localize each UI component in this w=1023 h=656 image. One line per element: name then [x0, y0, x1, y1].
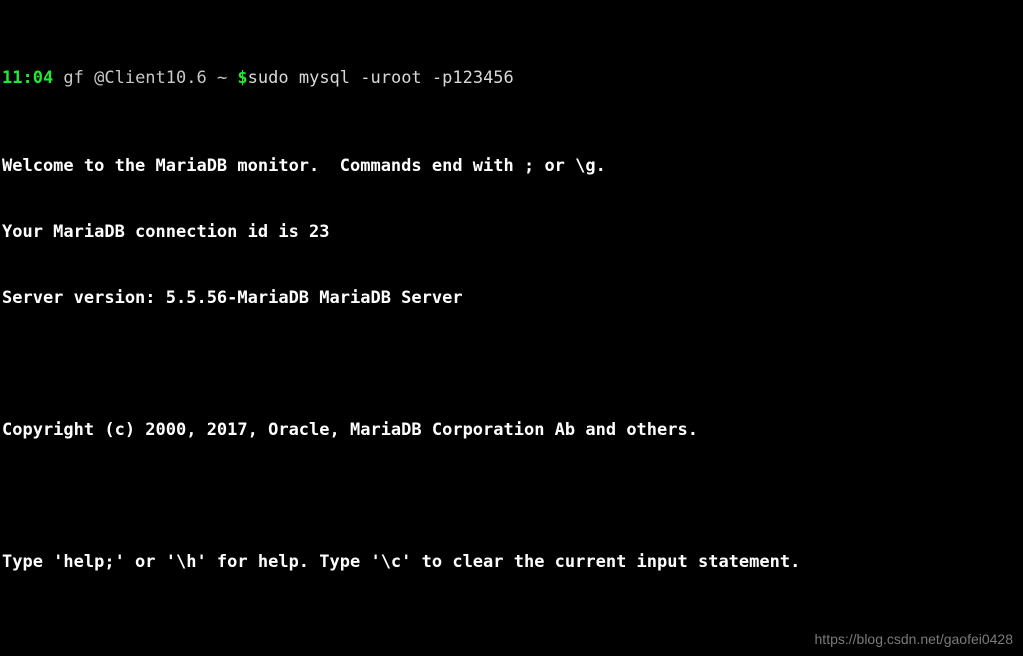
shell-prompt-line: 11:04 gf @Client10.6 ~ $sudo mysql -uroo…: [2, 67, 800, 89]
shell-command: sudo mysql -uroot -p123456: [247, 68, 514, 88]
terminal-window[interactable]: 11:04 gf @Client10.6 ~ $sudo mysql -uroo…: [0, 0, 1023, 656]
shell-time: 11:04: [2, 68, 54, 88]
banner-line-copyright: Copyright (c) 2000, 2017, Oracle, MariaD…: [2, 420, 698, 440]
banner-line-connection-id: Your MariaDB connection id is 23: [2, 222, 330, 242]
terminal-screen: 11:04 gf @Client10.6 ~ $sudo mysql -uroo…: [2, 1, 800, 656]
shell-user-host: gf @Client10.6 ~: [53, 68, 238, 88]
shell-dollar-sign: $: [237, 68, 248, 88]
banner-blank-2: [2, 485, 800, 507]
banner-line-welcome: Welcome to the MariaDB monitor. Commands…: [2, 156, 606, 176]
banner-blank-1: [2, 353, 800, 375]
banner-line-server-version: Server version: 5.5.56-MariaDB MariaDB S…: [2, 288, 463, 308]
banner-line-help: Type 'help;' or '\h' for help. Type '\c'…: [2, 552, 801, 572]
watermark-url: https://blog.csdn.net/gaofei0428: [814, 631, 1013, 647]
